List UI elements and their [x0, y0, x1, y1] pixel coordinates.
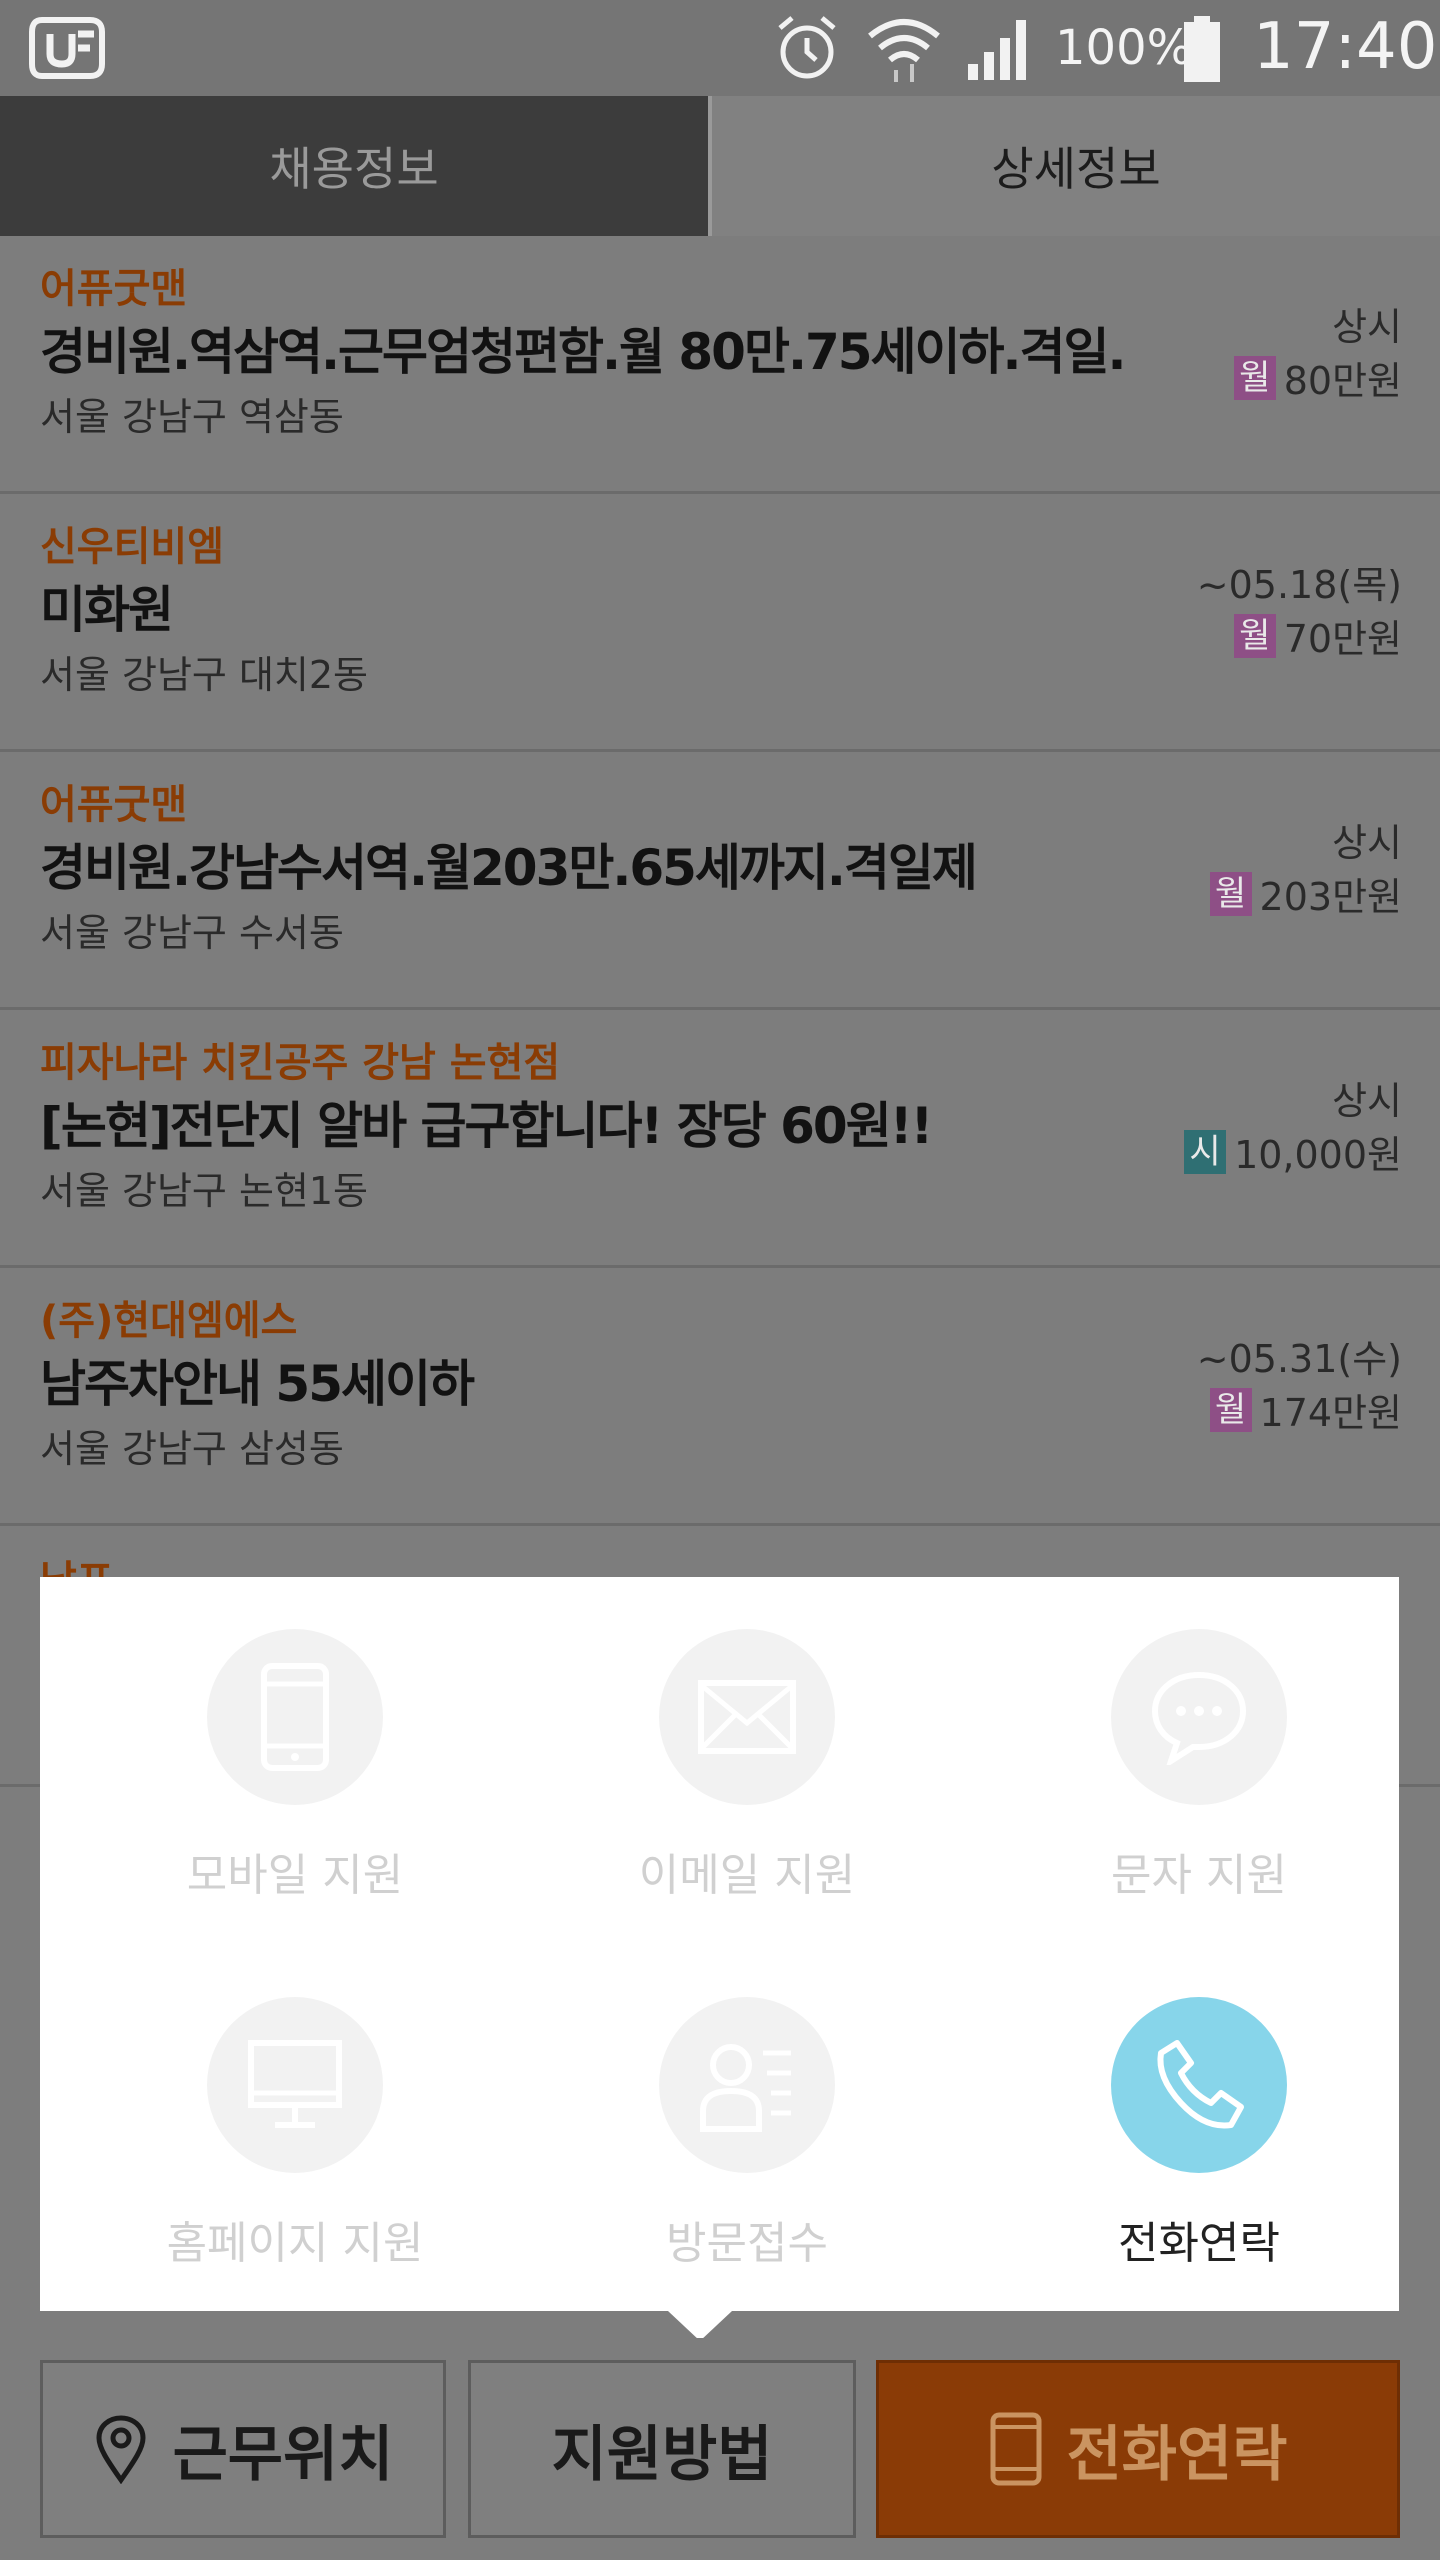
apply-option-circle [659, 1629, 835, 1805]
apply-option-label: 홈페이지 지원 [166, 2218, 424, 2269]
wifi-icon [868, 19, 940, 82]
monitor-icon [248, 2040, 342, 2128]
signal-icon [968, 20, 1026, 80]
job-location: 서울 강남구 논현1동 [40, 1169, 369, 1213]
map-pin-icon [96, 2415, 146, 2484]
app-logo-icon [29, 17, 105, 79]
job-title: 경비원.역삼역.근무엄청편함.월 80만.75세이하.격일. [40, 323, 1127, 381]
job-company: 신우티비엠 [40, 524, 224, 570]
apply-option-circle [207, 1629, 383, 1805]
bottom-action-bar: 근무위치 지원방법 전화연락 [0, 2338, 1440, 2560]
work-location-label: 근무위치 [172, 2419, 394, 2490]
mobile-phone-icon [261, 1663, 329, 1771]
job-title: [논현]전단지 알바 급구합니다! 장당 60원!! [40, 1097, 933, 1155]
clock: 17:40 [1253, 10, 1438, 84]
pay-amount: 80만원 [1283, 359, 1402, 403]
job-pay: 월 203만원 [1209, 866, 1402, 921]
job-pay: 월 174만원 [1209, 1382, 1402, 1437]
job-deadline: 상시 [1332, 305, 1402, 349]
job-list: 어퓨굿맨 경비원.역삼역.근무엄청편함.월 80만.75세이하.격일. 서울 강… [0, 236, 1440, 1526]
pay-type-badge: 시 [1184, 1129, 1227, 1174]
job-pay: 월 80만원 [1233, 350, 1402, 405]
job-location: 서울 강남구 역삼동 [40, 395, 344, 439]
job-pay: 월 70만원 [1233, 608, 1402, 663]
job-title: 남주차안내 55세이하 [40, 1355, 475, 1413]
status-bar: 100% 17:40 [0, 0, 1440, 96]
apply-method-popup: 모바일 지원 이메일 지원 문자 지원 홈페이지 지원 방문접수 전화연락 [40, 1577, 1399, 2311]
job-location: 서울 강남구 수서동 [40, 911, 344, 955]
pay-type-badge: 월 [1209, 871, 1252, 916]
job-list-item[interactable]: 피자나라 치킨공주 강남 논현점 [논현]전단지 알바 급구합니다! 장당 60… [0, 1010, 1440, 1268]
pay-amount: 174만원 [1259, 1391, 1402, 1435]
job-location: 서울 강남구 삼성동 [40, 1427, 344, 1471]
tab-bar: 채용정보 상세정보 [0, 96, 1440, 236]
pay-type-badge: 월 [1233, 613, 1276, 658]
visitor-card-icon [700, 2044, 791, 2132]
apply-option-call[interactable]: 전화연락 [989, 1945, 1409, 2269]
pay-type-badge: 월 [1209, 1387, 1252, 1432]
alarm-icon [778, 16, 836, 79]
job-list-item[interactable]: 신우티비엠 미화원 서울 강남구 대치2동 ~05.18(목) 월 70만원 [0, 494, 1440, 752]
apply-option-sms: 문자 지원 [989, 1577, 1409, 1901]
job-company: 피자나라 치킨공주 강남 논현점 [40, 1040, 561, 1086]
job-list-item[interactable]: 어퓨굿맨 경비원.강남수서역.월203만.65세까지.격일제 서울 강남구 수서… [0, 752, 1440, 1010]
job-deadline: ~05.31(수) [1196, 1337, 1402, 1381]
apply-option-label: 이메일 지원 [638, 1850, 856, 1901]
job-list-item[interactable]: 어퓨굿맨 경비원.역삼역.근무엄청편함.월 80만.75세이하.격일. 서울 강… [0, 236, 1440, 494]
job-company: 어퓨굿맨 [40, 782, 188, 828]
mobile-phone-icon [990, 2412, 1042, 2486]
job-list-item[interactable]: (주)현대엠에스 남주차안내 55세이하 서울 강남구 삼성동 ~05.31(수… [0, 1268, 1440, 1526]
envelope-icon [698, 1680, 796, 1754]
job-deadline: ~05.18(목) [1196, 563, 1402, 607]
apply-option-email: 이메일 지원 [537, 1577, 957, 1901]
pay-type-badge: 월 [1233, 355, 1276, 400]
apply-method-label: 지원방법 [551, 2419, 773, 2490]
job-pay: 시 10,000원 [1184, 1124, 1402, 1179]
tab-detail-info[interactable]: 상세정보 [708, 96, 1440, 236]
apply-option-circle [1111, 1629, 1287, 1805]
apply-option-label: 전화연락 [1118, 2218, 1280, 2269]
job-deadline: 상시 [1332, 1079, 1402, 1123]
chat-bubble-icon [1151, 1671, 1247, 1765]
apply-method-button[interactable]: 지원방법 [468, 2360, 856, 2538]
battery-percent: 100% [1055, 20, 1193, 76]
job-location: 서울 강남구 대치2동 [40, 653, 369, 697]
battery-icon [1184, 16, 1220, 82]
job-company: 어퓨굿맨 [40, 266, 188, 312]
phone-handset-icon [1157, 2040, 1244, 2129]
apply-option-circle[interactable] [1111, 1997, 1287, 2173]
tab-recruit-info[interactable]: 채용정보 [0, 96, 708, 236]
job-title: 미화원 [40, 581, 174, 639]
job-deadline: 상시 [1332, 821, 1402, 865]
work-location-button[interactable]: 근무위치 [40, 2360, 446, 2538]
call-button-label: 전화연락 [1066, 2419, 1288, 2490]
apply-option-mobile: 모바일 지원 [85, 1577, 505, 1901]
pay-amount: 10,000원 [1234, 1133, 1402, 1177]
apply-option-label: 모바일 지원 [186, 1850, 404, 1901]
apply-option-circle [659, 1997, 835, 2173]
job-company: (주)현대엠에스 [40, 1298, 298, 1344]
pay-amount: 203만원 [1259, 875, 1402, 919]
apply-option-label: 문자 지원 [1111, 1850, 1287, 1901]
apply-option-circle [207, 1997, 383, 2173]
job-title: 경비원.강남수서역.월203만.65세까지.격일제 [40, 839, 978, 897]
pay-amount: 70만원 [1283, 617, 1402, 661]
apply-option-label: 방문접수 [666, 2218, 828, 2269]
popup-pointer [668, 2311, 732, 2341]
apply-option-visit: 방문접수 [537, 1945, 957, 2269]
apply-option-homepage: 홈페이지 지원 [85, 1945, 505, 2269]
call-button[interactable]: 전화연락 [876, 2360, 1400, 2538]
